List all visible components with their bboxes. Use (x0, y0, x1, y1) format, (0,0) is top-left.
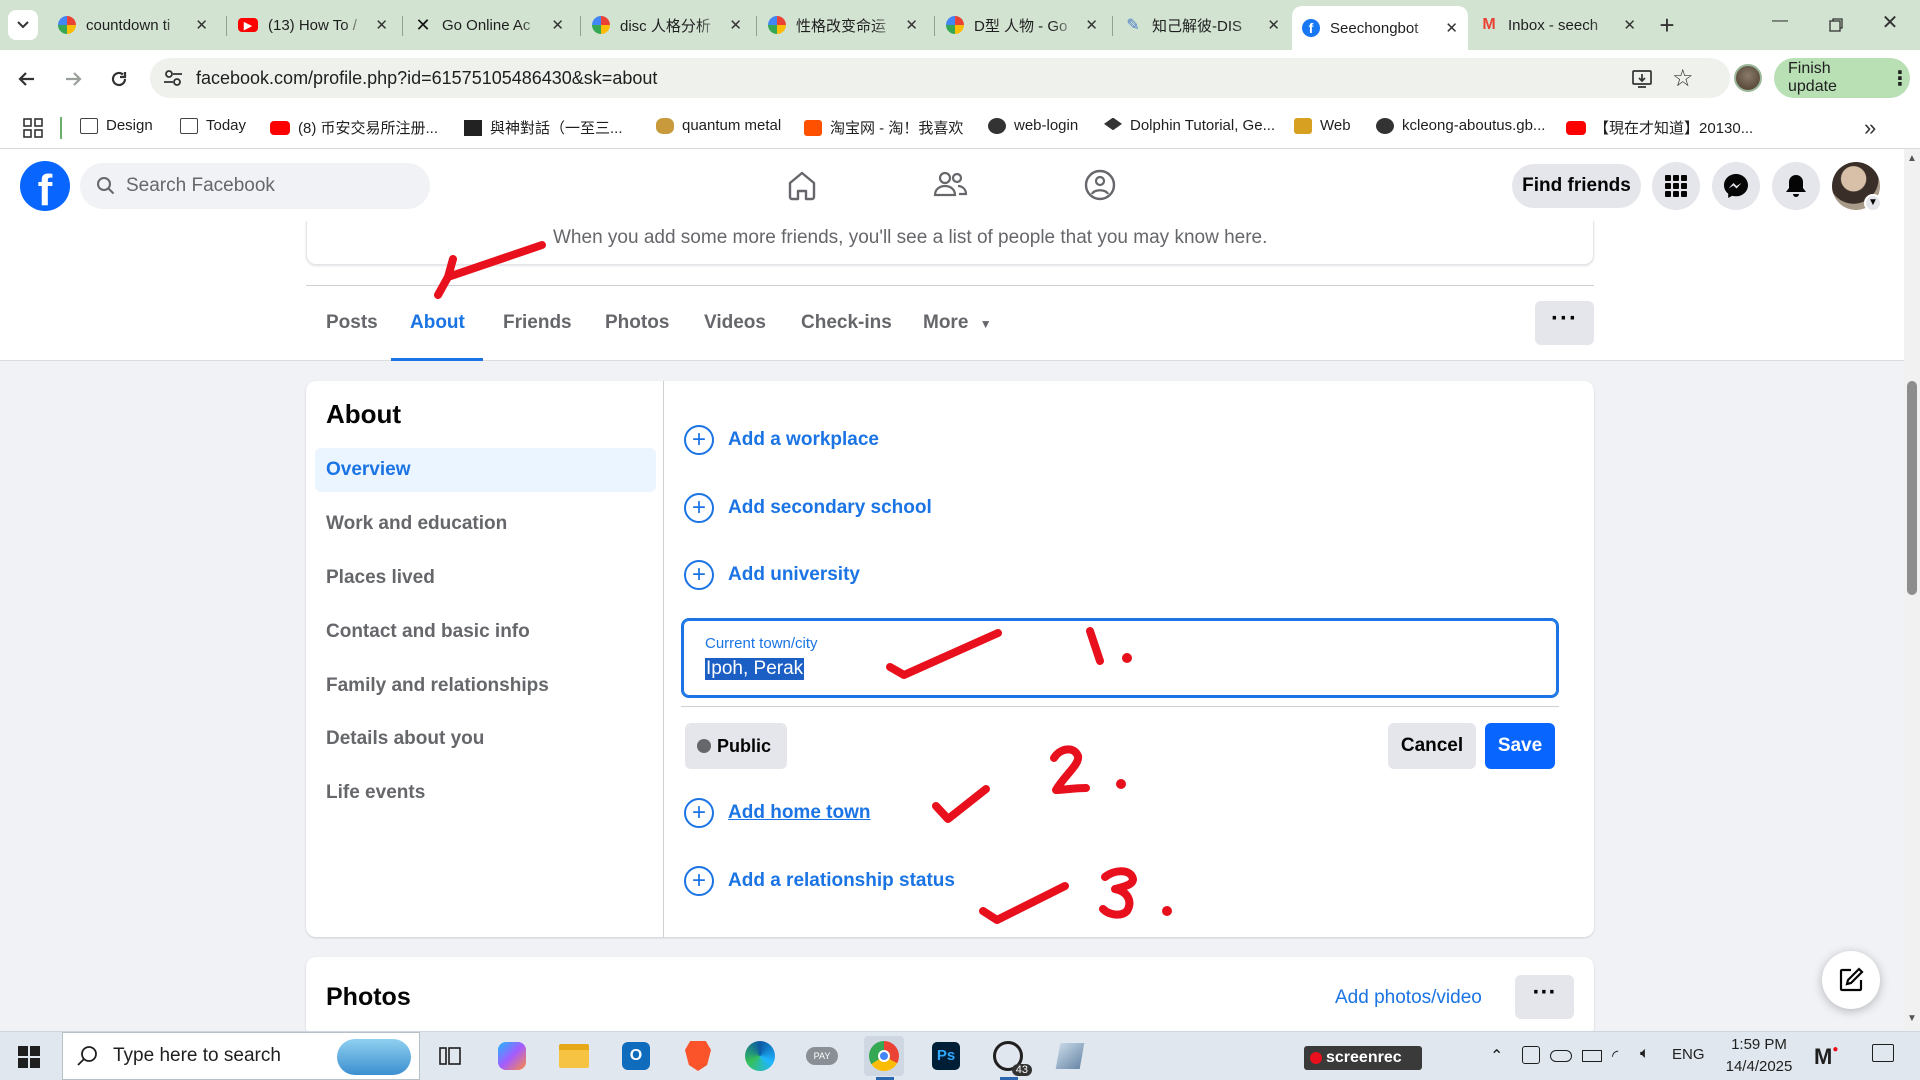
search-icon (77, 1046, 97, 1066)
number-three-annotation (1099, 867, 1137, 919)
record-dot-icon (1310, 1052, 1322, 1064)
period-annotation-1 (1122, 653, 1132, 663)
meet-now-icon[interactable] (1522, 1046, 1540, 1064)
photoshop-icon[interactable]: Ps (926, 1036, 966, 1076)
edge-browser-icon[interactable] (740, 1036, 780, 1076)
battery-icon[interactable] (1582, 1050, 1602, 1062)
period-annotation-2 (1116, 779, 1126, 789)
volume-icon[interactable]: 🔈︎ (1640, 1045, 1650, 1063)
taskbar-search-box[interactable]: Type here to search (62, 1032, 420, 1080)
whatsapp-badge: 43 (1011, 1064, 1032, 1076)
copilot-icon[interactable] (492, 1036, 532, 1076)
chrome-icon[interactable] (864, 1036, 904, 1076)
screenrec-widget[interactable]: screenrec (1304, 1046, 1422, 1070)
arrow-annotation (434, 241, 546, 299)
windows-logo-icon (18, 1046, 40, 1068)
taskbar-search-placeholder: Type here to search (113, 1045, 281, 1066)
checkmark-annotation-2 (932, 785, 990, 823)
wifi-icon[interactable]: ◜ (1612, 1046, 1618, 1066)
tray-overflow-icon[interactable]: ⌃ (1490, 1046, 1503, 1066)
gmail-tray-icon[interactable]: M● (1814, 1044, 1838, 1070)
onedrive-icon[interactable] (1550, 1050, 1572, 1062)
app-icon[interactable] (1050, 1036, 1090, 1076)
file-explorer-icon[interactable] (554, 1036, 594, 1076)
checkmark-annotation-3 (979, 882, 1069, 924)
notification-center-icon[interactable] (1872, 1044, 1894, 1062)
windows-start-button[interactable] (18, 1046, 40, 1068)
checkmark-annotation-1 (886, 629, 1002, 679)
period-annotation-3 (1162, 906, 1172, 916)
whatsapp-icon[interactable]: 43 (988, 1036, 1032, 1076)
brave-browser-icon[interactable] (678, 1036, 718, 1076)
handwritten-annotations (434, 241, 1172, 924)
language-indicator[interactable]: ENG (1672, 1046, 1705, 1063)
number-two-annotation (1050, 745, 1090, 794)
dolphin-image-icon (337, 1039, 411, 1075)
screenrec-label: screenrec (1326, 1049, 1402, 1066)
opay-icon[interactable]: PAY (802, 1036, 842, 1076)
number-one-annotation (1086, 627, 1104, 665)
task-view-icon[interactable] (430, 1036, 470, 1076)
outlook-icon[interactable]: O (616, 1036, 656, 1076)
clock-time[interactable]: 1:59 PM (1724, 1036, 1794, 1053)
clock-date[interactable]: 14/4/2025 (1716, 1058, 1802, 1075)
